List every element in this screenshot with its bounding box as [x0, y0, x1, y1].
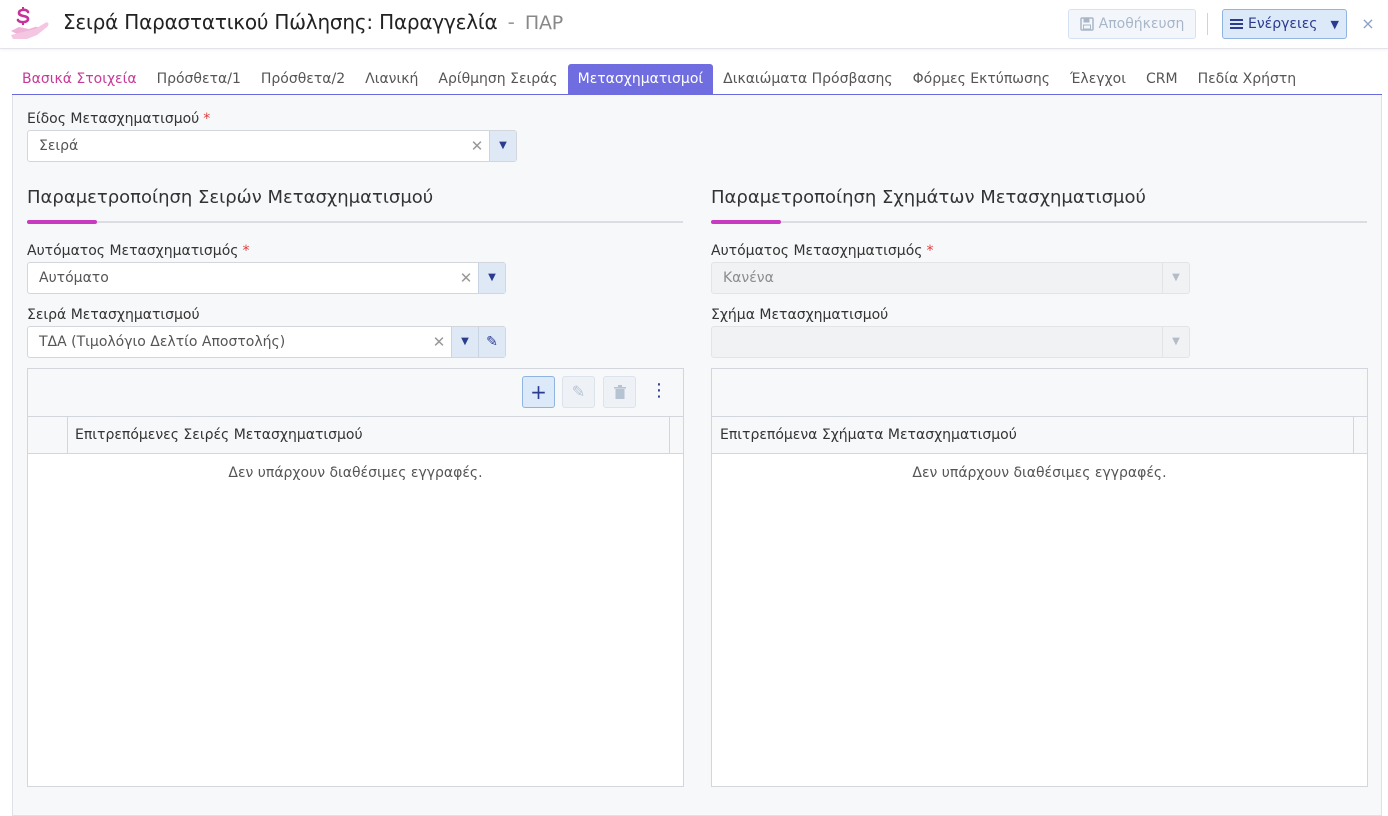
grid-header-row: Επιτρεπόμενα Σχήματα Μετασχηματισμού: [712, 417, 1367, 454]
transformation-series-label: Σειρά Μετασχηματισμού: [27, 307, 200, 323]
tab-access-rights[interactable]: Δικαιώματα Πρόσβασης: [713, 64, 902, 95]
required-mark: *: [203, 111, 211, 127]
tab-checks[interactable]: Έλεγχοι: [1060, 64, 1136, 95]
allowed-schemes-grid: Επιτρεπόμενα Σχήματα Μετασχηματισμού Δεν…: [711, 368, 1368, 787]
grid-column-header[interactable]: Επιτρεπόμενα Σχήματα Μετασχηματισμού: [720, 417, 1017, 453]
section-accent-bar: [711, 220, 781, 224]
hamburger-menu-icon: [1230, 19, 1244, 29]
auto-scheme-transformation-label: Αυτόματος Μετασχηματισμός *: [711, 243, 933, 259]
delete-row-button[interactable]: [603, 376, 636, 408]
caret-down-icon[interactable]: ▼: [1162, 327, 1189, 357]
transformation-scheme-select[interactable]: ▼: [711, 326, 1190, 358]
header-divider: [1207, 13, 1208, 35]
transformation-type-label-text: Είδος Μετασχηματισμού: [27, 111, 200, 127]
grid-column-divider: [1353, 417, 1354, 453]
auto-scheme-transformation-label-text: Αυτόματος Μετασχηματισμός: [711, 243, 923, 259]
tab-bar: Βασικά Στοιχεία Πρόσθετα/1 Πρόσθετα/2 Λι…: [12, 64, 1382, 95]
transformation-series-value: ΤΔΑ (Τιμολόγιο Δελτίο Αποστολής): [39, 334, 286, 350]
section-divider: [27, 221, 683, 223]
grid-column-header[interactable]: Επιτρεπόμενες Σειρές Μετασχηματισμού: [75, 417, 363, 453]
tab-content-panel: Είδος Μετασχηματισμού * Σειρά ✕ ▼ Παραμετ…: [12, 95, 1382, 816]
edit-row-button[interactable]: ✎: [562, 376, 595, 408]
auto-transformation-label-text: Αυτόματος Μετασχηματισμός: [27, 243, 239, 259]
tab-additional-1[interactable]: Πρόσθετα/1: [147, 64, 251, 95]
clear-x-icon[interactable]: ✕: [457, 263, 475, 293]
tab-crm[interactable]: CRM: [1136, 64, 1188, 95]
close-icon[interactable]: ×: [1360, 14, 1376, 34]
grid-empty-message: Δεν υπάρχουν διαθέσιμες εγγραφές.: [228, 465, 483, 481]
pencil-icon: ✎: [571, 382, 586, 401]
transformation-type-value: Σειρά: [39, 138, 79, 154]
clear-x-icon[interactable]: ✕: [468, 131, 486, 161]
transformation-type-label: Είδος Μετασχηματισμού *: [27, 111, 210, 127]
actions-menu-button[interactable]: Ενέργειες ▼: [1222, 9, 1347, 39]
page-title-text: Σειρά Παραστατικού Πώλησης: Παραγγελία: [63, 10, 498, 34]
tab-transformations[interactable]: Μετασχηματισμοί: [567, 64, 714, 95]
grid-toolbar: [712, 369, 1367, 417]
actions-button-label: Ενέργειες: [1248, 16, 1318, 32]
kebab-menu-icon[interactable]: ⋮: [650, 376, 668, 408]
grid-column-divider: [669, 417, 670, 453]
save-button[interactable]: Αποθήκευση: [1068, 9, 1196, 39]
tab-series-numbering[interactable]: Αρίθμηση Σειράς: [428, 64, 567, 95]
series-code: ΠΑΡ: [524, 12, 564, 34]
page-title: Σειρά Παραστατικού Πώλησης: Παραγγελία -…: [63, 10, 563, 34]
hand-money-icon: [11, 7, 49, 39]
transformation-series-select[interactable]: ΤΔΑ (Τιμολόγιο Δελτίο Αποστολής) ✕ ▼ ✎: [27, 326, 506, 358]
tab-additional-2[interactable]: Πρόσθετα/2: [251, 64, 355, 95]
grid-column-divider: [67, 417, 68, 453]
clear-x-icon[interactable]: ✕: [430, 327, 448, 357]
schemes-section-title: Παραμετροποίηση Σχημάτων Μετασχηματισμού: [711, 187, 1146, 208]
tab-user-fields[interactable]: Πεδία Χρήστη: [1188, 64, 1307, 95]
series-section-title: Παραμετροποίηση Σειρών Μετασχηματισμού: [27, 187, 434, 208]
grid-empty-message: Δεν υπάρχουν διαθέσιμες εγγραφές.: [912, 465, 1167, 481]
section-divider: [711, 221, 1367, 223]
caret-down-icon[interactable]: ▼: [451, 327, 478, 357]
auto-transformation-value: Αυτόματο: [39, 270, 109, 286]
caret-down-icon: ▼: [1330, 17, 1339, 31]
title-separator: -: [507, 10, 515, 34]
save-button-label: Αποθήκευση: [1098, 16, 1185, 32]
required-mark: *: [926, 243, 934, 259]
auto-transformation-select[interactable]: Αυτόματο ✕ ▼: [27, 262, 506, 294]
caret-down-icon[interactable]: ▼: [1162, 263, 1189, 293]
grid-header-row: Επιτρεπόμενες Σειρές Μετασχηματισμού: [28, 417, 683, 454]
caret-down-icon[interactable]: ▼: [489, 131, 516, 161]
floppy-disk-icon: [1079, 17, 1094, 31]
pencil-icon[interactable]: ✎: [478, 327, 505, 357]
plus-icon: +: [530, 380, 547, 404]
required-mark: *: [242, 243, 250, 259]
grid-toolbar: + ✎ ⋮: [28, 369, 683, 417]
trash-icon: [613, 385, 626, 399]
section-accent-bar: [27, 220, 97, 224]
app-header: Σειρά Παραστατικού Πώλησης: Παραγγελία -…: [0, 0, 1388, 49]
tab-retail[interactable]: Λιανική: [355, 64, 428, 95]
auto-scheme-transformation-select[interactable]: Κανένα ▼: [711, 262, 1190, 294]
auto-transformation-label: Αυτόματος Μετασχηματισμός *: [27, 243, 249, 259]
transformation-type-select[interactable]: Σειρά ✕ ▼: [27, 130, 517, 162]
transformation-scheme-label: Σχήμα Μετασχηματισμού: [711, 307, 889, 323]
caret-down-icon[interactable]: ▼: [478, 263, 505, 293]
allowed-series-grid: + ✎ ⋮ Επιτρεπόμενες Σειρές Μετασχηματισμ…: [27, 368, 684, 787]
tab-basic-info[interactable]: Βασικά Στοιχεία: [12, 64, 147, 95]
add-row-button[interactable]: +: [522, 376, 555, 408]
tab-print-forms[interactable]: Φόρμες Εκτύπωσης: [903, 64, 1060, 95]
auto-scheme-transformation-value: Κανένα: [723, 270, 774, 286]
